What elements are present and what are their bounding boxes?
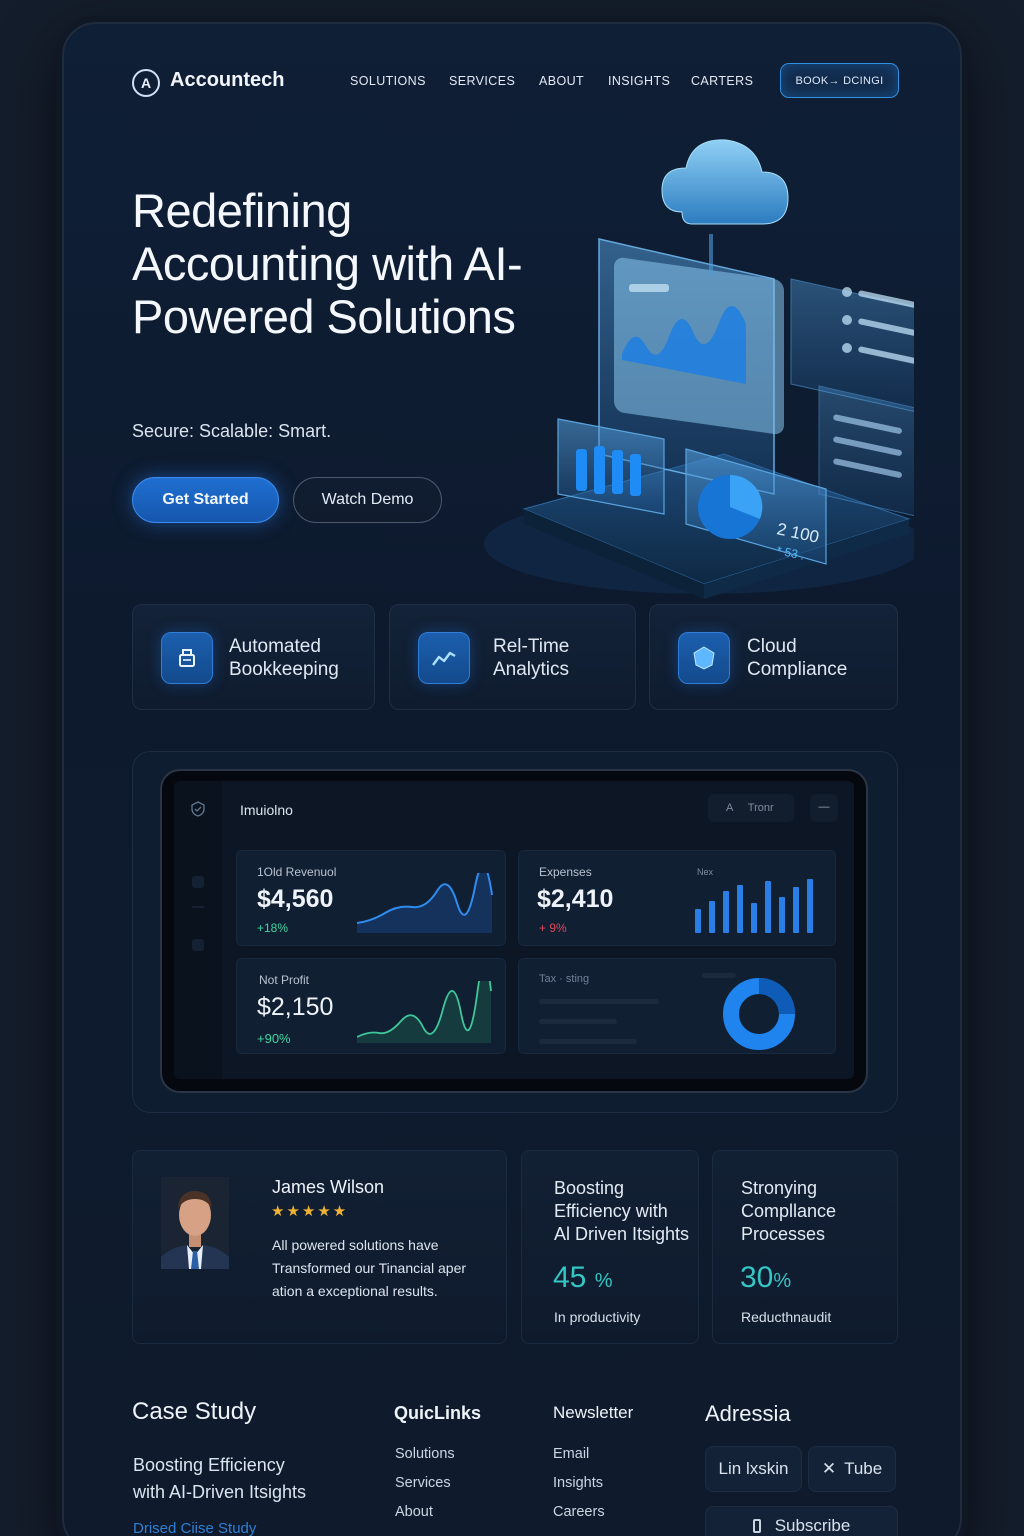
stat-card-productivity: Boosting Efficiency with Al Driven Itsig…: [521, 1150, 699, 1344]
nav-insights[interactable]: INSIGHTS: [608, 74, 670, 88]
profit-label: Not Profit: [259, 973, 310, 987]
sidebar-nav-item[interactable]: [192, 876, 204, 888]
tax-bar: [539, 1039, 637, 1044]
linkedin-button[interactable]: Lin lxskin: [705, 1446, 802, 1492]
feature-card-bookkeeping[interactable]: Automated Bookkeeping: [132, 604, 375, 710]
page-frame: A Accountech SOLUTIONS SERVICES ABOUT IN…: [62, 22, 962, 1536]
document-icon: [161, 632, 213, 684]
nav-solutions[interactable]: SOLUTIONS: [350, 74, 426, 88]
footer-link-email[interactable]: Email: [553, 1446, 589, 1462]
stat-card-compliance: Stronying Compllance Processes 30% Reduc…: [712, 1150, 898, 1344]
profit-value: $2,150: [257, 993, 334, 1021]
tax-label: Tax · sting: [539, 973, 590, 985]
stat-number: 45 %: [553, 1261, 613, 1294]
profit-sparkline: [357, 981, 492, 1043]
phone-icon: [752, 1519, 761, 1533]
dashboard-menu-button[interactable]: —: [810, 794, 838, 822]
shield-check-icon[interactable]: [190, 801, 206, 817]
cloud-icon: [661, 139, 789, 274]
case-study-text: Boosting Efficiency with AI-Driven Itsig…: [133, 1455, 307, 1502]
newsletter-heading: Newsletter: [553, 1403, 634, 1422]
shield-icon: [678, 632, 730, 684]
hero-illustration: 2 100 * 53 .: [484, 139, 914, 599]
footer-link-about[interactable]: About: [395, 1504, 433, 1520]
stat-number: 30%: [740, 1261, 792, 1294]
dashboard-sidebar: [174, 781, 222, 1079]
expenses-label: Expenses: [539, 865, 592, 879]
book-demo-button[interactable]: BOOK→ DCINGI: [780, 63, 899, 98]
revenue-value: $4,560: [257, 885, 334, 913]
testimonial-name: James Wilson: [272, 1177, 385, 1197]
testimonial-quote: All powered solutions have Transformed o…: [272, 1237, 467, 1299]
revenue-sparkline: [357, 873, 493, 933]
nav-careers[interactable]: CARTERS: [691, 74, 753, 88]
revenue-card[interactable]: 1Old Revenuol $4,560 +18%: [236, 850, 506, 946]
avatar: [161, 1177, 229, 1269]
footer-link-solutions[interactable]: Solutions: [395, 1446, 455, 1462]
revenue-label: 1Old Revenuol: [257, 865, 337, 879]
brand-name[interactable]: Accountech: [170, 69, 284, 92]
footer-link-insights[interactable]: Insights: [553, 1475, 603, 1491]
expenses-card[interactable]: Expenses $2,410 + 9% Nex: [518, 850, 836, 946]
tax-card[interactable]: Tax · sting: [518, 958, 836, 1054]
tax-bar: [539, 999, 659, 1004]
dashboard-title: Imuiolno: [240, 802, 293, 818]
feature-label: Rel-Time Analytics: [493, 636, 570, 680]
testimonial-card: James Wilson ★★★★★ All powered solutions…: [132, 1150, 507, 1344]
profit-card[interactable]: Not Profit $2,150 +90%: [236, 958, 506, 1054]
tax-donut-chart: [723, 978, 795, 1050]
tax-bar: [539, 1019, 617, 1024]
footer-link-careers[interactable]: Careers: [553, 1504, 605, 1520]
expenses-bar-chart: [695, 879, 813, 933]
feature-label: Cloud Compliance: [747, 636, 848, 680]
watch-demo-button[interactable]: Watch Demo: [293, 477, 442, 523]
get-started-button[interactable]: Get Started: [132, 477, 279, 523]
expenses-delta: + 9%: [539, 921, 567, 935]
subscribe-button[interactable]: Subscribe: [705, 1506, 898, 1536]
case-study-link[interactable]: Drised Ciise Study: [133, 1520, 256, 1536]
nav-services[interactable]: SERVICES: [449, 74, 515, 88]
x-icon: ✕: [821, 1459, 837, 1478]
sidebar-nav-item[interactable]: [192, 939, 204, 951]
feature-card-analytics[interactable]: Rel-Time Analytics: [389, 604, 636, 710]
quicklinks-heading: QuicLinks: [394, 1403, 482, 1423]
dashboard-search-input[interactable]: A Tronr: [708, 794, 794, 822]
nav-about[interactable]: ABOUT: [539, 74, 584, 88]
expenses-chart-label: Nex: [697, 867, 714, 877]
revenue-delta: +18%: [257, 921, 289, 935]
sidebar-divider: [192, 906, 204, 908]
trend-icon: [418, 632, 470, 684]
hero-subtitle: Secure: Scalable: Smart.: [132, 421, 332, 441]
logo-icon[interactable]: A: [132, 69, 160, 97]
footer-link-services[interactable]: Services: [395, 1475, 451, 1491]
address-heading: Adressia: [705, 1401, 791, 1426]
youtube-button[interactable]: ✕ Tube: [808, 1446, 896, 1492]
profit-delta: +90%: [257, 1031, 291, 1046]
stat-caption: Reducthnaudit: [741, 1309, 832, 1325]
stat-caption: In productivity: [554, 1309, 641, 1325]
stat-title: Boosting Efficiency with Al Driven Itsig…: [554, 1178, 690, 1244]
feature-card-compliance[interactable]: Cloud Compliance: [649, 604, 898, 710]
expenses-value: $2,410: [537, 885, 614, 913]
stat-title: Stronying Compllance Processes: [741, 1178, 837, 1244]
case-study-heading: Case Study: [132, 1398, 257, 1425]
feature-label: Automated Bookkeeping: [229, 636, 339, 680]
rating-stars-icon: ★★★★★: [271, 1203, 349, 1220]
